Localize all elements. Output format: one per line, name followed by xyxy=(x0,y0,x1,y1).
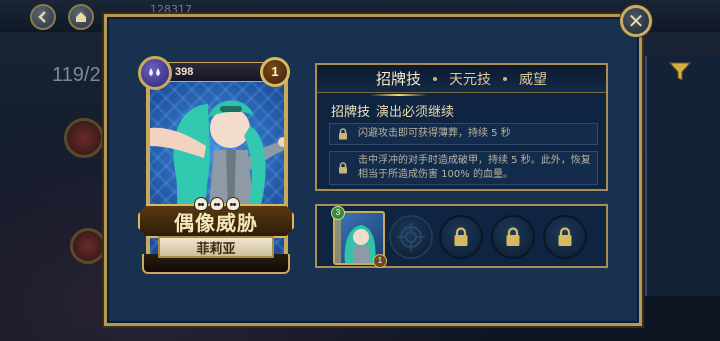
skull-rating xyxy=(190,197,244,211)
element-badge xyxy=(138,56,172,90)
character-card: 398 1 偶像威胁 菲莉亚 xyxy=(138,56,294,276)
background-orb xyxy=(70,228,106,264)
padlock-icon xyxy=(454,227,468,246)
back-button[interactable] xyxy=(30,4,56,30)
close-button[interactable]: ✕ xyxy=(620,5,652,37)
padlock-icon xyxy=(506,227,520,246)
crosshair-icon xyxy=(397,223,425,251)
home-icon xyxy=(76,12,86,22)
locked-skill-slot[interactable] xyxy=(491,215,535,259)
skills-panel: 招牌技 天元技 威望 招牌技 演出必须继续 闪避攻击即可获得薄葬，持续 5 秒 击… xyxy=(315,63,608,191)
empty-skill-slot[interactable] xyxy=(389,215,433,259)
skull-icon xyxy=(210,197,224,211)
home-button[interactable] xyxy=(68,4,94,30)
skill-effect-text: 闪避攻击即可获得薄葬，持续 5 秒 xyxy=(358,128,511,139)
skill-heading: 招牌技 演出必须继续 xyxy=(331,101,454,120)
skill-slots-panel: 3 1 xyxy=(315,204,608,268)
filter-icon[interactable] xyxy=(668,60,692,82)
card-level-badge: 1 xyxy=(260,57,290,87)
locked-skill-slot[interactable] xyxy=(439,215,483,259)
skill-effect-text: 击中浮冲的对手时造成破甲，持续 5 秒。此外，恢复相当于所造成伤害 100% 的… xyxy=(358,155,591,180)
skill-tabs: 招牌技 天元技 威望 xyxy=(317,65,606,96)
skull-icon xyxy=(194,197,208,211)
skill-effect-row: 击中浮冲的对手时造成破甲，持续 5 秒。此外，恢复相当于所造成伤害 100% 的… xyxy=(329,151,598,185)
tab-signature[interactable]: 招牌技 xyxy=(369,68,428,96)
tab-separator xyxy=(503,76,507,81)
tab-innate[interactable]: 天元技 xyxy=(449,69,491,89)
close-icon: ✕ xyxy=(627,9,645,33)
skill-name: 演出必须继续 xyxy=(376,105,455,120)
tab-separator xyxy=(433,76,437,81)
background-side-panel xyxy=(645,56,720,296)
back-arrow-icon xyxy=(38,11,46,23)
background-orb xyxy=(64,118,104,158)
skill-type: 招牌技 xyxy=(331,105,371,120)
character-name-plate: 菲莉亚 xyxy=(158,236,274,258)
equipped-card-level: 3 xyxy=(331,206,345,220)
character-name: 菲莉亚 xyxy=(196,241,236,257)
padlock-icon xyxy=(558,227,572,246)
skull-icon xyxy=(226,197,240,211)
padlock-icon xyxy=(334,162,352,174)
water-drops-icon xyxy=(149,68,160,76)
tab-prestige[interactable]: 威望 xyxy=(519,69,547,89)
skill-effect-row: 闪避攻击即可获得薄葬，持续 5 秒 xyxy=(329,123,598,145)
locked-skill-slot[interactable] xyxy=(543,215,587,259)
equipped-card-count: 1 xyxy=(373,254,387,268)
padlock-icon xyxy=(334,128,352,140)
collection-count: 119/2 xyxy=(52,64,101,86)
